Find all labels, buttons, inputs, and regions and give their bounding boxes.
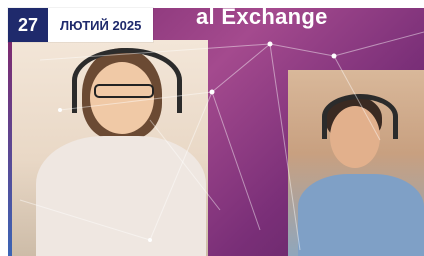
banner-title: al Exchange <box>196 4 328 29</box>
date-badge: 27 ЛЮТИЙ 2025 <box>8 8 154 42</box>
date-month-year: ЛЮТИЙ 2025 <box>48 8 154 42</box>
date-day: 27 <box>8 8 48 42</box>
